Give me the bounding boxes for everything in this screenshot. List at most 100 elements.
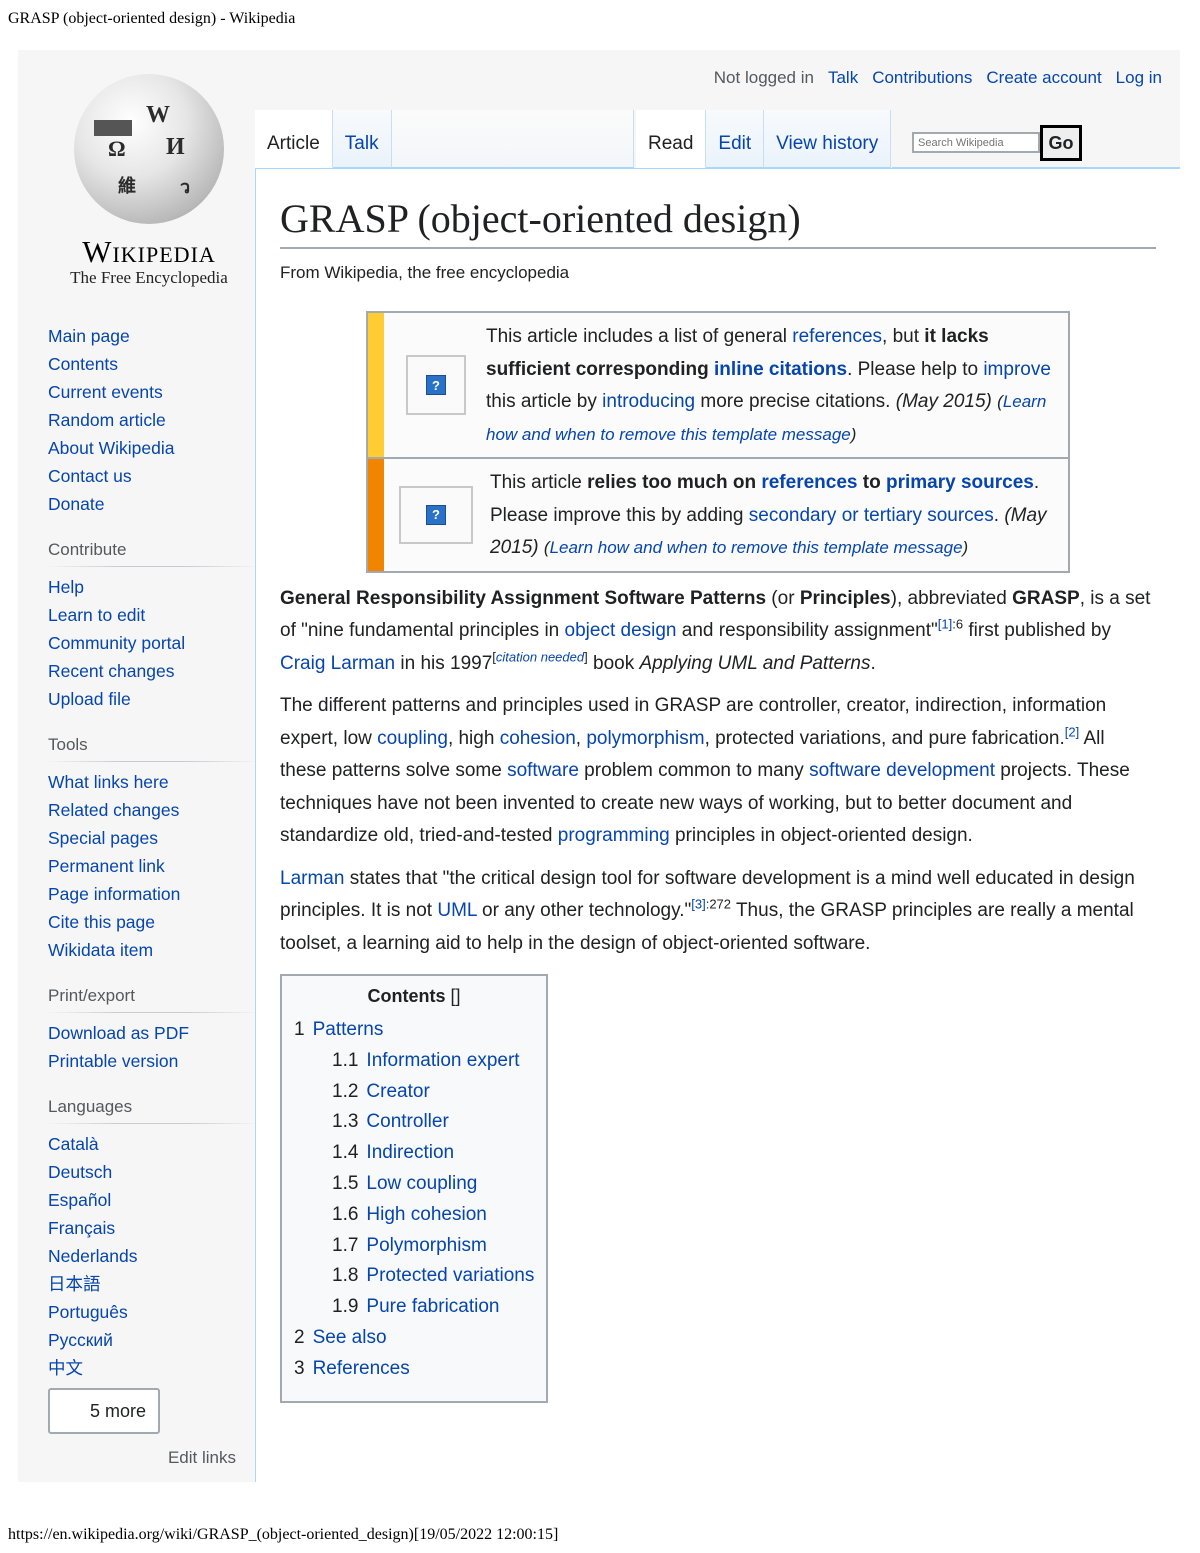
create-account-link[interactable]: Create account — [986, 68, 1101, 88]
toc-item[interactable]: 1.8 Protected variations — [294, 1261, 534, 1292]
programming-link[interactable]: programming — [558, 825, 670, 846]
craig-larman-link[interactable]: Craig Larman — [280, 653, 395, 674]
language-link-chinese[interactable]: 中文 — [48, 1354, 258, 1382]
sidebar-item-recent-changes[interactable]: Recent changes — [48, 657, 258, 685]
sidebar-item-permanent-link[interactable]: Permanent link — [48, 852, 258, 880]
toc-number: 1.5 — [332, 1172, 359, 1194]
language-link-catala[interactable]: Català — [48, 1130, 258, 1158]
language-link-russian[interactable]: Русский — [48, 1326, 258, 1354]
references-link[interactable]: references — [792, 326, 882, 347]
toc-item[interactable]: 3 References — [294, 1354, 534, 1385]
toc-link[interactable]: Polymorphism — [366, 1235, 486, 1256]
sidebar-item-main-page[interactable]: Main page — [48, 322, 258, 350]
edit-links[interactable]: Edit links — [48, 1448, 258, 1468]
toc-item[interactable]: 2 See also — [294, 1323, 534, 1354]
software-development-link[interactable]: software development — [809, 760, 995, 781]
language-link-japanese[interactable]: 日本語 — [48, 1270, 258, 1298]
toc-toggle[interactable]: [] — [451, 986, 461, 1006]
sidebar-item-related-changes[interactable]: Related changes — [48, 796, 258, 824]
toc-link[interactable]: High cohesion — [366, 1204, 486, 1225]
toc-link[interactable]: Patterns — [313, 1019, 384, 1040]
learn-remove-template-link[interactable]: Learn how and when to remove this templa… — [550, 538, 963, 557]
larman-link[interactable]: Larman — [280, 868, 344, 889]
toc-item[interactable]: 1.3 Controller — [294, 1107, 534, 1138]
tab-view-history[interactable]: View history — [764, 110, 892, 168]
toc-link[interactable]: Indirection — [366, 1142, 454, 1163]
toc-number: 1.2 — [332, 1080, 359, 1102]
sidebar-item-about-wikipedia[interactable]: About Wikipedia — [48, 434, 258, 462]
search-input[interactable] — [912, 132, 1040, 153]
tab-read[interactable]: Read — [636, 110, 707, 168]
sidebar-item-page-information[interactable]: Page information — [48, 880, 258, 908]
sidebar-item-printable-version[interactable]: Printable version — [48, 1047, 258, 1075]
language-link-francais[interactable]: Français — [48, 1214, 258, 1242]
contributions-link[interactable]: Contributions — [872, 68, 972, 88]
reference-3-link[interactable]: [3] — [691, 897, 705, 912]
sidebar-item-contents[interactable]: Contents — [48, 350, 258, 378]
toc-title: Contents [] — [367, 986, 461, 1006]
polymorphism-link[interactable]: polymorphism — [586, 728, 704, 749]
talk-link[interactable]: Talk — [828, 68, 858, 88]
sidebar-item-cite-this-page[interactable]: Cite this page — [48, 908, 258, 936]
toc-link[interactable]: Pure fabrication — [366, 1296, 499, 1317]
software-link[interactable]: software — [507, 760, 579, 781]
print-header: GRASP (object-oriented design) - Wikiped… — [8, 10, 296, 27]
sidebar-item-donate[interactable]: Donate — [48, 490, 258, 518]
tab-talk[interactable]: Talk — [332, 110, 392, 168]
toc-link[interactable]: Creator — [366, 1081, 429, 1102]
language-link-nederlands[interactable]: Nederlands — [48, 1242, 258, 1270]
toc-link[interactable]: References — [313, 1358, 410, 1379]
toc-item[interactable]: 1.1 Information expert — [294, 1046, 534, 1077]
sidebar-item-what-links-here[interactable]: What links here — [48, 768, 258, 796]
language-link-espanol[interactable]: Español — [48, 1186, 258, 1214]
inline-citations-link[interactable]: inline citations — [714, 359, 847, 380]
tools-portal: Tools What links here Related changes Sp… — [48, 735, 258, 964]
sidebar-item-wikidata-item[interactable]: Wikidata item — [48, 936, 258, 964]
toc-link[interactable]: Low coupling — [366, 1173, 477, 1194]
toc-link[interactable]: Controller — [366, 1111, 448, 1132]
language-link-portugues[interactable]: Português — [48, 1298, 258, 1326]
log-in-link[interactable]: Log in — [1116, 68, 1162, 88]
toc-item[interactable]: 1.5 Low coupling — [294, 1169, 534, 1200]
language-link-deutsch[interactable]: Deutsch — [48, 1158, 258, 1186]
more-languages-button[interactable]: 5 more — [48, 1388, 160, 1434]
toc-link[interactable]: Information expert — [366, 1050, 519, 1071]
wikipedia-page: W Ω И 維 ว Wikipedia The Free Encyclopedi… — [18, 50, 1180, 1482]
sidebar: Main page Contents Current events Random… — [48, 322, 258, 1468]
object-design-link[interactable]: object design — [565, 620, 677, 641]
sidebar-item-contact-us[interactable]: Contact us — [48, 462, 258, 490]
toc-item[interactable]: 1.9 Pure fabrication — [294, 1292, 534, 1323]
cohesion-link[interactable]: cohesion — [500, 728, 576, 749]
references-link[interactable]: references — [761, 472, 857, 493]
toc-link[interactable]: Protected variations — [366, 1265, 534, 1286]
coupling-link[interactable]: coupling — [377, 728, 448, 749]
sidebar-item-special-pages[interactable]: Special pages — [48, 824, 258, 852]
toc-item[interactable]: 1 Patterns — [294, 1015, 534, 1046]
tab-article[interactable]: Article — [255, 110, 333, 168]
secondary-tertiary-sources-link[interactable]: secondary or tertiary sources — [749, 505, 994, 526]
namespace-tabs: Article Talk — [255, 110, 634, 168]
go-button[interactable]: Go — [1040, 125, 1082, 161]
toc-item[interactable]: 1.7 Polymorphism — [294, 1231, 534, 1262]
improve-link[interactable]: improve — [983, 359, 1051, 380]
introducing-link[interactable]: introducing — [602, 391, 695, 412]
sidebar-item-download-pdf[interactable]: Download as PDF — [48, 1019, 258, 1047]
toc-link[interactable]: See also — [313, 1327, 387, 1348]
wikipedia-logo[interactable]: W Ω И 維 ว Wikipedia The Free Encyclopedi… — [44, 70, 254, 287]
sidebar-item-current-events[interactable]: Current events — [48, 378, 258, 406]
tab-edit[interactable]: Edit — [706, 110, 765, 168]
toc-item[interactable]: 1.6 High cohesion — [294, 1200, 534, 1231]
sidebar-item-community-portal[interactable]: Community portal — [48, 629, 258, 657]
sidebar-item-upload-file[interactable]: Upload file — [48, 685, 258, 713]
sidebar-item-random-article[interactable]: Random article — [48, 406, 258, 434]
notice-more-citations: ? This article includes a list of genera… — [368, 313, 1068, 457]
primary-sources-link[interactable]: primary sources — [886, 472, 1034, 493]
reference-2-link[interactable]: [2] — [1065, 724, 1079, 739]
toc-item[interactable]: 1.2 Creator — [294, 1077, 534, 1108]
sidebar-item-help[interactable]: Help — [48, 573, 258, 601]
sidebar-item-learn-to-edit[interactable]: Learn to edit — [48, 601, 258, 629]
toc-item[interactable]: 1.4 Indirection — [294, 1138, 534, 1169]
reference-1-link[interactable]: [1] — [938, 617, 952, 632]
citation-needed-link[interactable]: citation needed — [496, 649, 584, 664]
uml-link[interactable]: UML — [437, 900, 476, 921]
